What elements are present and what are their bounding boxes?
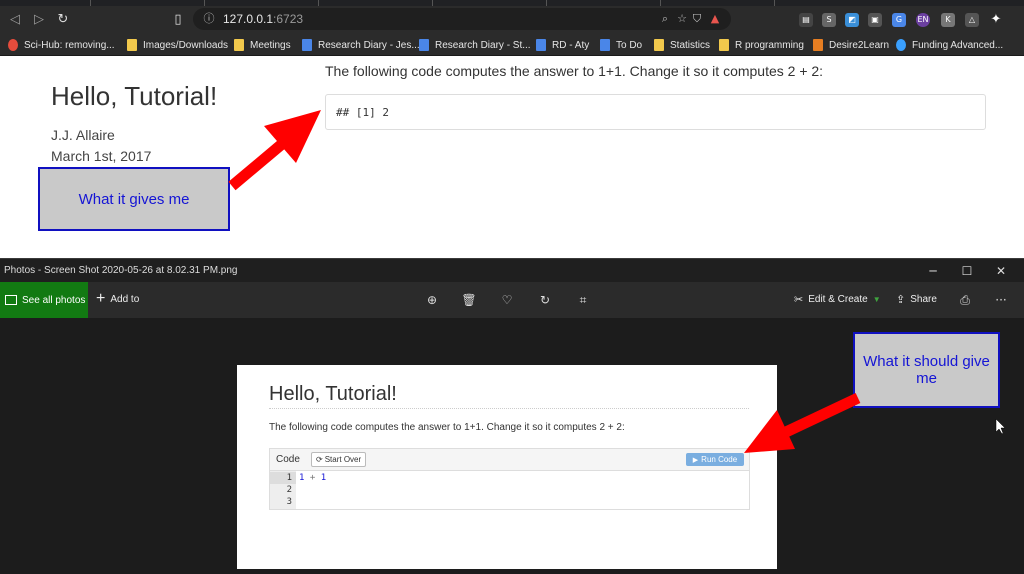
annotation-arrows — [228, 110, 1006, 453]
arrow-to-output — [228, 110, 321, 191]
mouse-cursor-icon — [995, 418, 1006, 435]
arrow-shaft — [228, 139, 286, 191]
arrow-shaft — [783, 393, 861, 437]
arrow-to-run-code — [744, 393, 861, 453]
screenshot-root: ◁ ▷ ↻ ▯ ⓘ 127.0.0.1:6723 ⌕ ☆ ⛉ ▲ ▤ S ◩ ▣… — [0, 0, 1024, 574]
